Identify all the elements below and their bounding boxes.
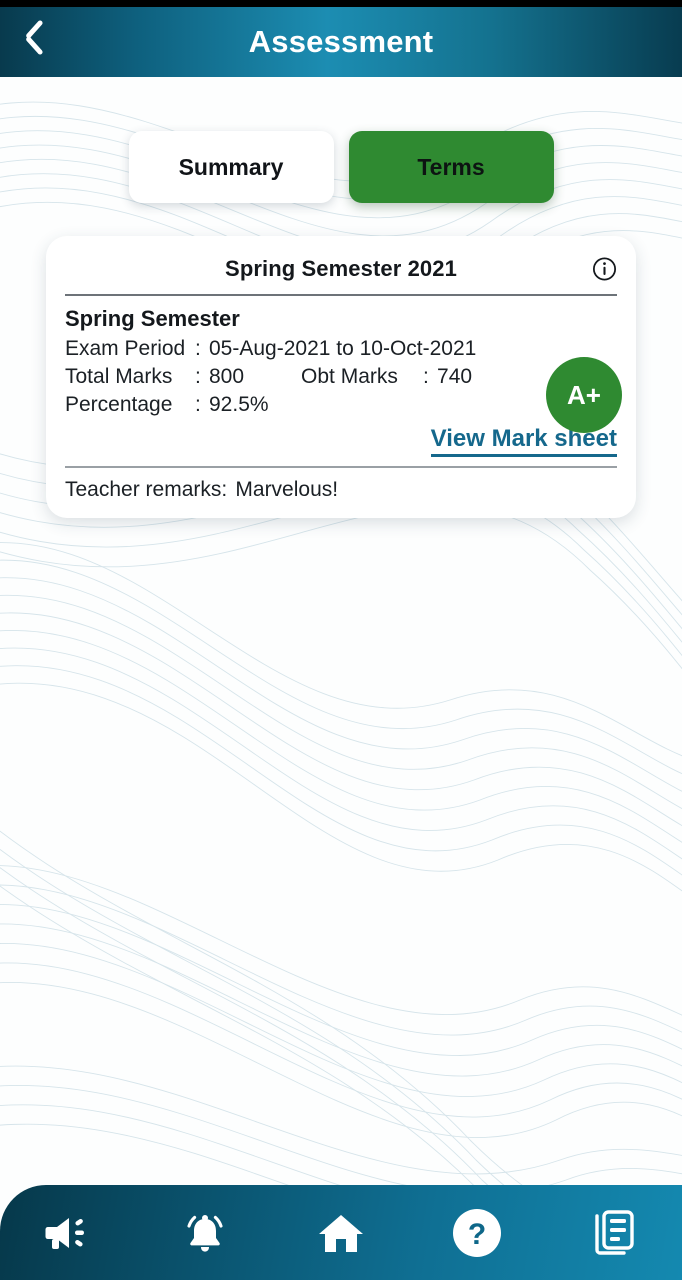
term-name: Spring Semester (65, 306, 240, 331)
status-bar (0, 0, 682, 7)
colon-5: : (221, 478, 228, 501)
page-title: Assessment (248, 24, 434, 59)
teacher-remarks-value: Marvelous! (235, 478, 339, 501)
total-marks-label: Total Marks (65, 365, 173, 388)
grade-label: A+ (567, 379, 601, 410)
info-circle-icon[interactable] (592, 257, 617, 282)
card-title: Spring Semester 2021 (225, 256, 457, 281)
app-header: Assessment (0, 7, 682, 77)
obt-marks-value: 740 (437, 365, 473, 388)
obt-marks-label: Obt Marks (301, 365, 398, 388)
teacher-remarks-label: Teacher remarks (65, 478, 222, 501)
card-body: Spring Semester Exam Period:05-Aug-2021 … (65, 306, 622, 457)
percentage-value: 92.5% (209, 393, 269, 416)
colon-4: : (195, 393, 201, 416)
marks-row: Total Marks:800 Obt Marks:740 (65, 363, 617, 391)
megaphone-icon (45, 1217, 85, 1249)
exam-period-label: Exam Period (65, 337, 186, 360)
tab-terms[interactable]: Terms (348, 131, 554, 203)
card-header: Spring Semester 2021 (65, 250, 617, 288)
home-icon (319, 1214, 364, 1252)
card-divider-top (65, 294, 617, 296)
tab-terms-label: Terms (417, 153, 485, 180)
tab-summary-label: Summary (178, 153, 284, 180)
nav-item-help[interactable]: ? (409, 1185, 545, 1280)
exam-period-value: 05-Aug-2021 to 10-Oct-2021 (209, 337, 477, 360)
nav-item-news[interactable] (546, 1185, 682, 1280)
news-icon (595, 1209, 634, 1255)
help-circle-icon: ? (453, 1208, 502, 1257)
bell-icon (187, 1214, 223, 1252)
exam-period-row: Exam Period:05-Aug-2021 to 10-Oct-2021 (65, 335, 617, 363)
marksheet-row: View Mark sheet (65, 425, 617, 457)
teacher-remarks-row: Teacher remarks: Marvelous! (65, 478, 617, 502)
card-divider-bottom (65, 466, 617, 468)
colon-3: : (423, 365, 429, 388)
tab-summary[interactable]: Summary (128, 131, 334, 203)
grade-badge: A+ (546, 357, 622, 433)
svg-text:?: ? (468, 1218, 486, 1251)
nav-item-home[interactable] (273, 1185, 409, 1280)
term-card: Spring Semester 2021 Spring Semester Exa… (46, 236, 636, 518)
total-marks-value: 800 (209, 365, 245, 388)
percentage-label: Percentage (65, 393, 173, 416)
nav-item-notifications[interactable] (136, 1185, 272, 1280)
colon-2: : (195, 365, 201, 388)
bottom-navigation-bar: ? (0, 1185, 682, 1280)
assessment-screen: Assessment Summary Terms Spring Semester… (0, 0, 682, 1280)
tab-bar: Summary Terms (0, 131, 682, 203)
nav-item-announcements[interactable] (0, 1185, 136, 1280)
percentage-row: Percentage:92.5% (65, 391, 617, 419)
colon-1: : (195, 337, 201, 360)
